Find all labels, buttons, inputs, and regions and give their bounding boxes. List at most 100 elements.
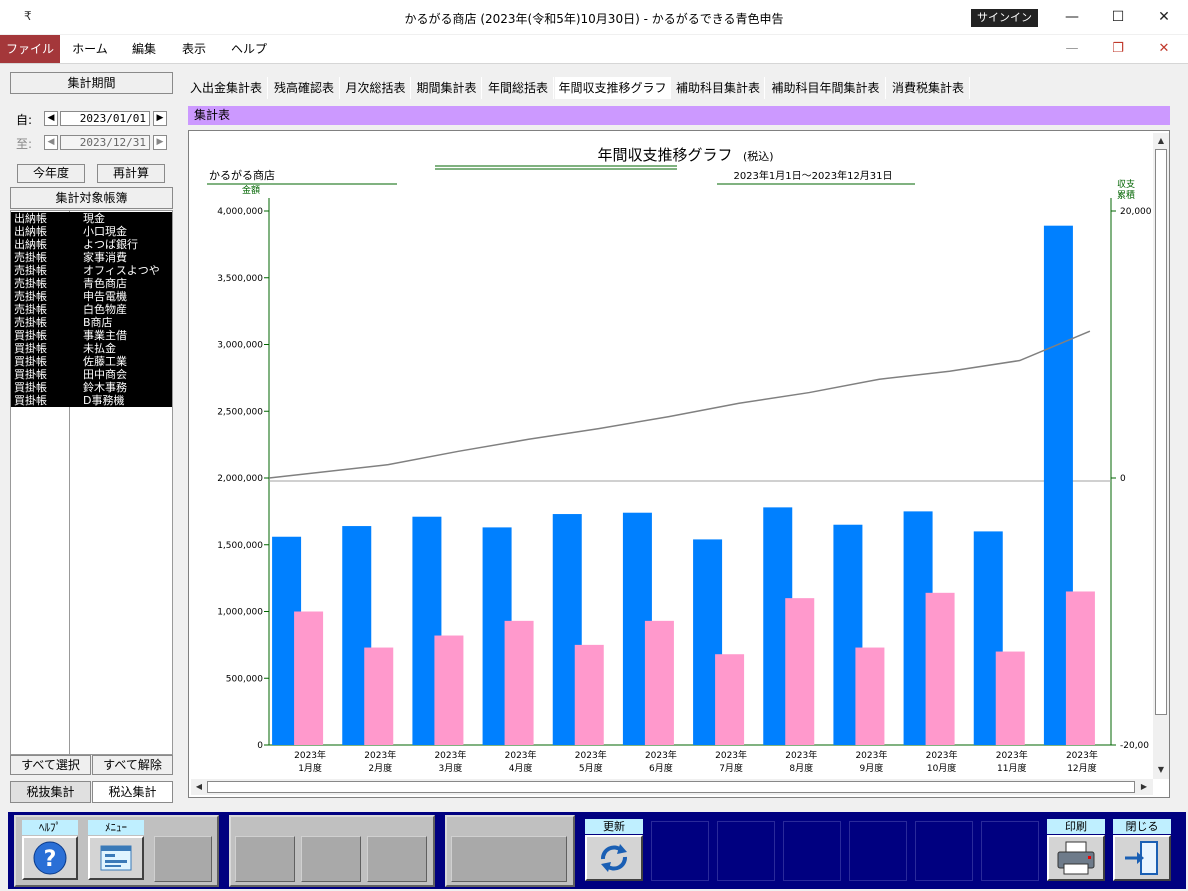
x-tick-label: 2023年 [1066, 749, 1098, 761]
svg-text:?: ? [44, 847, 57, 872]
from-date-field[interactable]: 2023/01/01 [60, 111, 150, 126]
ribbon-tab-view[interactable]: 表示 [172, 35, 216, 63]
minimize-icon[interactable]: — [1060, 6, 1084, 28]
scroll-left-icon[interactable]: ◀ [192, 780, 206, 794]
bar-series-2 [925, 592, 955, 745]
help-button[interactable]: ? [22, 836, 78, 880]
recalc-button[interactable]: 再計算 [97, 164, 165, 183]
ledger-row[interactable]: 売掛帳 オフィスよつや [11, 264, 172, 277]
tax-excluded-tab[interactable]: 税抜集計 [10, 781, 91, 803]
x-tick-label: 2023年 [715, 749, 747, 761]
bar-series-2 [715, 654, 745, 745]
toolbar-empty-slot [651, 821, 709, 881]
y-tick-label: 2,500,000 [217, 407, 263, 417]
tab-cash-summary[interactable]: 入出金集計表 [185, 77, 268, 99]
ledger-row[interactable]: 出納帳 よつば銀行 [11, 238, 172, 251]
x-tick-label: 2023年 [926, 749, 958, 761]
scroll-down-icon[interactable]: ▼ [1154, 763, 1168, 777]
doc-restore-icon[interactable]: ❐ [1106, 39, 1130, 59]
bar-series-2 [1065, 591, 1095, 745]
this-year-button[interactable]: 今年度 [17, 164, 85, 183]
ledger-list[interactable]: 出納帳 現金 出納帳 小口現金 出納帳 よつば銀行 売掛帳 家事消費 売掛帳 オフィスよつ… [10, 210, 173, 755]
scroll-thumb[interactable] [207, 781, 1135, 793]
to-date-field[interactable]: 2023/12/31 [60, 135, 150, 150]
to-prev-icon[interactable]: ◀ [44, 135, 58, 150]
menu-button[interactable] [88, 836, 144, 880]
tab-balance-check[interactable]: 残高確認表 [269, 77, 340, 99]
from-next-icon[interactable]: ▶ [153, 111, 167, 126]
chart-frame: 年間収支推移グラフ (税込) かるがる商店 2023年1月1日～2023年12月… [188, 130, 1170, 798]
ribbon-tab-home[interactable]: ホーム [66, 35, 114, 63]
toolbar-empty-slot [981, 821, 1039, 881]
y-tick-label: 1,000,000 [217, 608, 263, 618]
y-tick-label: 4,000,000 [217, 207, 263, 217]
ledger-row[interactable]: 売掛帳 家事消費 [11, 251, 172, 264]
ledger-header[interactable]: 集計対象帳簿 [10, 187, 173, 209]
ledger-row[interactable]: 買掛帳 未払金 [11, 342, 172, 355]
x-tick-label: 7月度 [719, 762, 743, 774]
y2-axis-title: 累積 [1117, 189, 1135, 201]
signin-button[interactable]: サインイン [971, 9, 1038, 27]
scroll-up-icon[interactable]: ▲ [1154, 134, 1168, 148]
from-prev-icon[interactable]: ◀ [44, 111, 58, 126]
print-button[interactable] [1047, 835, 1105, 881]
tab-annual-graph[interactable]: 年間収支推移グラフ [555, 77, 671, 99]
title-bar: ₹ かるがる商店 (2023年(令和5年)10月30日) - かるがるできる青色… [0, 0, 1188, 35]
bar-series-2 [855, 647, 885, 745]
ledger-row[interactable]: 売掛帳 申告電機 [11, 290, 172, 303]
refresh-icon [601, 844, 627, 872]
tab-consumption-tax[interactable]: 消費税集計表 [887, 77, 970, 99]
x-tick-label: 2023年 [364, 749, 396, 761]
scroll-thumb[interactable] [1155, 149, 1167, 715]
ledger-row[interactable]: 売掛帳 B商店 [11, 316, 172, 329]
ribbon-tab-help[interactable]: ヘルプ [224, 35, 274, 63]
maximize-icon[interactable]: ☐ [1106, 6, 1130, 28]
y-tick-label: 0 [257, 741, 263, 751]
ledger-row[interactable]: 買掛帳 D事務機 [11, 394, 172, 407]
bar-series-2 [364, 647, 394, 745]
refresh-button[interactable] [585, 835, 643, 881]
doc-minimize-icon[interactable]: — [1060, 39, 1084, 59]
clear-all-button[interactable]: すべて解除 [92, 755, 173, 775]
ribbon-tab-edit[interactable]: 編集 [122, 35, 166, 63]
ribbon-tab-file[interactable]: ファイル [0, 35, 60, 63]
tab-monthly-summary[interactable]: 月次総括表 [341, 77, 411, 99]
tax-included-tab[interactable]: 税込集計 [92, 781, 173, 803]
toolbar-empty-slot [849, 821, 907, 881]
close-button[interactable] [1113, 835, 1171, 881]
tab-sub-account-annual[interactable]: 補助科目年間集計表 [766, 77, 886, 99]
y2-tick-label: 0 [1120, 474, 1126, 484]
doc-close-icon[interactable]: ✕ [1152, 39, 1176, 59]
bar-series-2 [785, 598, 815, 745]
tab-period-summary[interactable]: 期間集計表 [412, 77, 482, 99]
select-all-button[interactable]: すべて選択 [10, 755, 91, 775]
help-icon: ? [33, 841, 67, 875]
ledger-row[interactable]: 出納帳 現金 [11, 212, 172, 225]
bar-series-2 [294, 611, 324, 745]
tab-annual-summary[interactable]: 年間総括表 [483, 77, 554, 99]
period-header[interactable]: 集計期間 [10, 72, 173, 94]
y-tick-label: 500,000 [226, 674, 263, 684]
ledger-row[interactable]: 買掛帳 事業主借 [11, 329, 172, 342]
tab-sub-account[interactable]: 補助科目集計表 [672, 77, 765, 99]
to-next-icon[interactable]: ▶ [153, 135, 167, 150]
ledger-row[interactable]: 買掛帳 佐藤工業 [11, 355, 172, 368]
y-axis-title: 金額 [242, 184, 260, 196]
close-label: 閉じる [1113, 819, 1171, 834]
print-label: 印刷 [1047, 819, 1105, 834]
ledger-row[interactable]: 買掛帳 田中商会 [11, 368, 172, 381]
bar-series-2 [574, 644, 604, 745]
horizontal-scrollbar[interactable]: ◀ ▶ [191, 779, 1153, 795]
ledger-row[interactable]: 売掛帳 青色商店 [11, 277, 172, 290]
y-tick-label: 3,000,000 [217, 341, 263, 351]
x-tick-label: 3月度 [439, 762, 463, 774]
ledger-row[interactable]: 売掛帳 白色物産 [11, 303, 172, 316]
scroll-right-icon[interactable]: ▶ [1137, 780, 1151, 794]
ledger-row[interactable]: 買掛帳 鈴木事務 [11, 381, 172, 394]
x-tick-label: 9月度 [860, 762, 884, 774]
close-window-icon[interactable]: ✕ [1152, 6, 1176, 28]
x-tick-label: 10月度 [927, 762, 956, 774]
y-tick-label: 1,500,000 [217, 541, 263, 551]
ledger-row[interactable]: 出納帳 小口現金 [11, 225, 172, 238]
vertical-scrollbar[interactable]: ▲ ▼ [1153, 133, 1169, 779]
